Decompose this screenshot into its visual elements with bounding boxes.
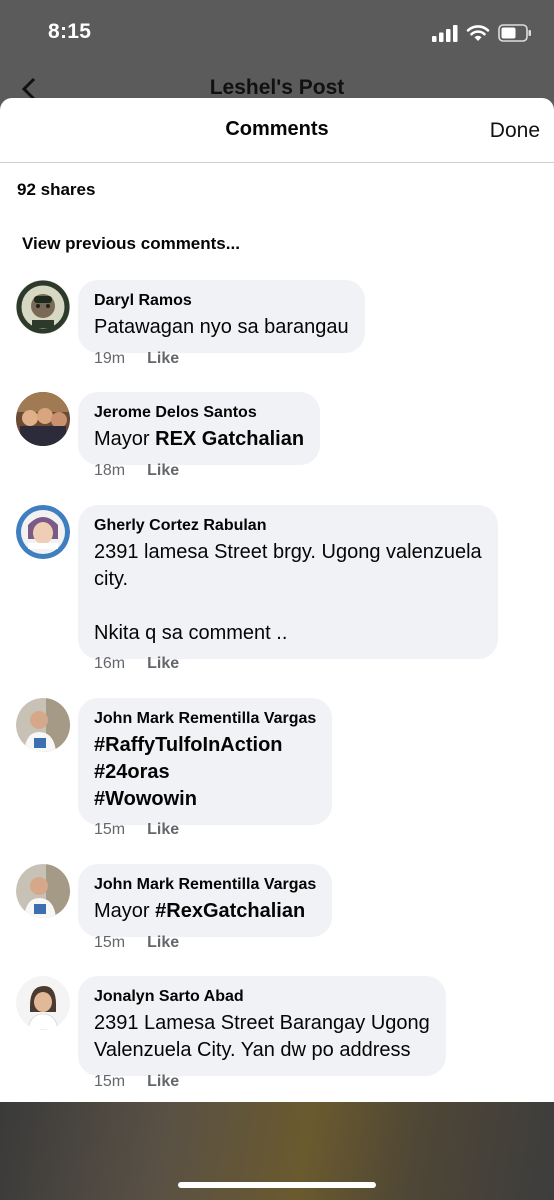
comment-bubble[interactable]: Daryl Ramos Patawagan nyo sa barangau [78,280,365,353]
comment-meta: 18m Like [94,462,179,480]
comment-time: 18m [94,462,126,479]
shares-count[interactable]: 92 shares [17,180,95,200]
avatar[interactable] [16,392,70,446]
comment-bubble[interactable]: John Mark Rementilla Vargas Mayor #RexGa… [78,864,333,937]
avatar[interactable] [16,698,70,752]
comment-author[interactable]: Jerome Delos Santos [94,403,304,423]
comment-meta: 15m Like [94,1073,179,1091]
like-button[interactable]: Like [147,350,179,368]
comment-text: Mayor #RexGatchalian [94,900,306,922]
hashtag-link[interactable]: #RaffyTulfoInAction [94,734,283,756]
hashtag-link[interactable]: #RexGatchalian [155,900,305,922]
like-button[interactable]: Like [147,934,179,952]
comment-author[interactable]: Gherly Cortez Rabulan [94,516,482,536]
hashtag-link[interactable]: #Wowowin [94,788,197,810]
comment-author[interactable]: John Mark Rementilla Vargas [94,875,316,895]
comment-author[interactable]: John Mark Rementilla Vargas [94,709,316,729]
comment-meta: 15m Like [94,821,179,839]
like-button[interactable]: Like [147,821,179,839]
comment-author[interactable]: Jonalyn Sarto Abad [94,987,430,1007]
comment-text: 2391 Lamesa Street Barangay Ugong Valenz… [94,1012,430,1061]
home-indicator[interactable] [178,1182,376,1188]
comment-meta: 19m Like [94,350,179,368]
avatar[interactable] [16,864,70,918]
view-previous-comments-link[interactable]: View previous comments... [22,234,240,254]
comment-text: 2391 lamesa Street brgy. Ugong valenzuel… [94,541,482,644]
hashtag-link[interactable]: #24oras [94,761,170,783]
comment-bubble[interactable]: Jonalyn Sarto Abad 2391 Lamesa Street Ba… [78,976,446,1076]
sheet-title: Comments [225,118,329,140]
comment-time: 15m [94,934,126,951]
status-icons [432,22,532,44]
comment-time: 19m [94,350,126,367]
comment-bubble[interactable]: Jerome Delos Santos Mayor REX Gatchalian [78,392,321,465]
avatar[interactable] [16,976,70,1030]
comments-sheet: Comments Done 92 shares View previous co… [0,98,554,1102]
comment-bubble[interactable]: Gherly Cortez Rabulan 2391 lamesa Street… [78,505,498,659]
mention-link[interactable]: REX Gatchalian [155,428,304,450]
signal-icon [432,25,458,42]
status-time: 8:15 [48,20,92,43]
status-bar: 8:15 [0,0,554,66]
comment-meta: 16m Like [94,655,179,673]
wifi-icon [466,25,490,41]
battery-icon [498,24,531,42]
done-button[interactable]: Done [490,119,540,143]
avatar[interactable] [16,280,70,334]
comment-meta: 15m Like [94,934,179,952]
comment-text: Patawagan nyo sa barangau [94,316,349,338]
sheet-header: Comments Done [0,98,554,163]
like-button[interactable]: Like [147,462,179,480]
comment-text: Mayor REX Gatchalian [94,428,305,450]
comment-time: 15m [94,1073,126,1090]
comment-text: #RaffyTulfoInAction #24oras #Wowowin [94,732,316,813]
comment-time: 15m [94,821,126,838]
like-button[interactable]: Like [147,655,179,673]
comment-bubble[interactable]: John Mark Rementilla Vargas #RaffyTulfoI… [78,698,333,825]
comment-author[interactable]: Daryl Ramos [94,291,349,311]
comment-time: 16m [94,655,126,672]
background-post-title: Leshel's Post [209,76,345,99]
avatar[interactable] [16,505,70,559]
like-button[interactable]: Like [147,1073,179,1091]
